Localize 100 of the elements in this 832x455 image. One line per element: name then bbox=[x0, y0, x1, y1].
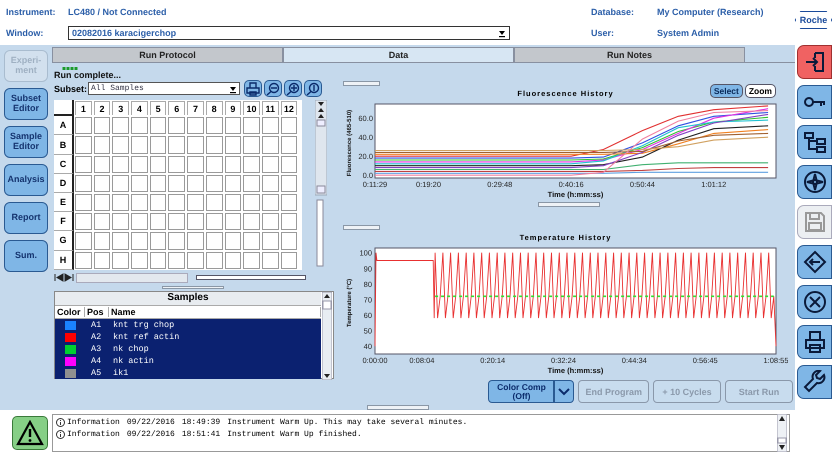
well-cell[interactable] bbox=[280, 213, 298, 230]
printer-button[interactable] bbox=[797, 325, 832, 359]
first-last-icon[interactable] bbox=[54, 273, 74, 282]
zoom-in-button[interactable] bbox=[284, 80, 302, 98]
well-cell[interactable] bbox=[243, 174, 260, 192]
well-cell[interactable] bbox=[150, 136, 166, 154]
warning-button[interactable] bbox=[12, 416, 48, 450]
well-cell[interactable] bbox=[187, 174, 204, 192]
well-cell[interactable] bbox=[75, 136, 92, 154]
splitter-handle[interactable] bbox=[343, 225, 380, 230]
well-cell[interactable] bbox=[206, 232, 222, 250]
well-cell[interactable] bbox=[224, 174, 242, 192]
well-cell[interactable] bbox=[150, 194, 166, 212]
tab[interactable]: Run Protocol bbox=[52, 47, 283, 64]
wrench-button[interactable] bbox=[797, 365, 832, 399]
sample-row[interactable]: A4 nk actin bbox=[55, 355, 321, 368]
well-cell[interactable] bbox=[224, 194, 242, 212]
well-cell[interactable] bbox=[187, 194, 204, 212]
well-cell[interactable] bbox=[75, 252, 92, 269]
well-cell[interactable] bbox=[131, 232, 148, 250]
sample-row[interactable]: A3 nk chop bbox=[55, 343, 321, 356]
well-cell[interactable] bbox=[168, 174, 186, 192]
compass-button[interactable] bbox=[797, 165, 832, 199]
zoom-out-button[interactable] bbox=[264, 80, 282, 98]
well-cell[interactable] bbox=[131, 194, 148, 212]
well-cell[interactable] bbox=[262, 213, 279, 230]
well-cell[interactable] bbox=[262, 174, 279, 192]
well-cell[interactable] bbox=[112, 136, 130, 154]
hierarchy-button[interactable] bbox=[797, 125, 832, 159]
well-cell[interactable] bbox=[280, 117, 298, 134]
mode-button[interactable]: Zoom bbox=[744, 84, 776, 98]
well-cell[interactable] bbox=[206, 174, 222, 192]
sample-row[interactable]: A2 knt ref actin bbox=[55, 331, 321, 344]
well-cell[interactable] bbox=[112, 232, 130, 250]
well-cell[interactable] bbox=[75, 194, 92, 212]
well-cell[interactable] bbox=[168, 213, 186, 230]
well-cell[interactable] bbox=[150, 213, 166, 230]
splitter-handle[interactable] bbox=[162, 286, 224, 290]
well-cell[interactable] bbox=[112, 117, 130, 134]
well-cell[interactable] bbox=[243, 136, 260, 154]
well-cell[interactable] bbox=[168, 232, 186, 250]
well-cell[interactable] bbox=[206, 117, 222, 134]
well-cell[interactable] bbox=[150, 174, 166, 192]
window-dropdown[interactable]: 02082016 karacigerchop bbox=[68, 26, 510, 40]
vertical-scrollbar[interactable] bbox=[315, 100, 327, 268]
well-cell[interactable] bbox=[112, 252, 130, 269]
well-cell[interactable] bbox=[187, 232, 204, 250]
well-cell[interactable] bbox=[187, 213, 204, 230]
well-cell[interactable] bbox=[131, 136, 148, 154]
well-cell[interactable] bbox=[168, 194, 186, 212]
well-cell[interactable] bbox=[131, 117, 148, 134]
color-comp-button[interactable]: Color Comp (Off) bbox=[488, 380, 554, 404]
tab[interactable]: Run Notes bbox=[514, 47, 745, 64]
well-cell[interactable] bbox=[75, 117, 92, 134]
well-cell[interactable] bbox=[262, 232, 279, 250]
well-cell[interactable] bbox=[112, 194, 130, 212]
well-cell[interactable] bbox=[94, 136, 110, 154]
key-button[interactable] bbox=[797, 85, 832, 119]
close-button[interactable] bbox=[797, 285, 832, 319]
well-cell[interactable] bbox=[280, 156, 298, 173]
well-cell[interactable] bbox=[206, 136, 222, 154]
well-cell[interactable] bbox=[262, 252, 279, 269]
nav-button[interactable]: Sum. bbox=[4, 240, 48, 272]
well-cell[interactable] bbox=[150, 117, 166, 134]
horizontal-scrollbar[interactable] bbox=[76, 272, 188, 283]
well-cell[interactable] bbox=[187, 156, 204, 173]
well-cell[interactable] bbox=[168, 156, 186, 173]
vertical-scrollbar[interactable] bbox=[777, 414, 787, 452]
splitter-handle[interactable] bbox=[343, 81, 380, 86]
well-cell[interactable] bbox=[150, 232, 166, 250]
well-cell[interactable] bbox=[243, 117, 260, 134]
well-cell[interactable] bbox=[280, 174, 298, 192]
well-cell[interactable] bbox=[75, 232, 92, 250]
well-cell[interactable] bbox=[131, 213, 148, 230]
well-cell[interactable] bbox=[75, 213, 92, 230]
well-cell[interactable] bbox=[168, 136, 186, 154]
well-cell[interactable] bbox=[75, 156, 92, 173]
well-cell[interactable] bbox=[131, 252, 148, 269]
well-cell[interactable] bbox=[187, 252, 204, 269]
well-cell[interactable] bbox=[150, 156, 166, 173]
splitter-handle[interactable] bbox=[367, 405, 429, 410]
well-cell[interactable] bbox=[243, 232, 260, 250]
subset-dropdown[interactable]: All Samples bbox=[88, 82, 240, 96]
well-cell[interactable] bbox=[131, 156, 148, 173]
well-cell[interactable] bbox=[168, 252, 186, 269]
well-cell[interactable] bbox=[280, 252, 298, 269]
well-cell[interactable] bbox=[224, 213, 242, 230]
mode-button[interactable]: Select bbox=[710, 84, 743, 98]
slider-track[interactable] bbox=[196, 275, 306, 280]
well-cell[interactable] bbox=[262, 117, 279, 134]
well-cell[interactable] bbox=[187, 117, 204, 134]
well-cell[interactable] bbox=[112, 174, 130, 192]
sample-row[interactable]: A5 ik1 bbox=[55, 367, 321, 380]
well-cell[interactable] bbox=[206, 213, 222, 230]
nav-button[interactable]: Report bbox=[4, 202, 48, 234]
well-cell[interactable] bbox=[168, 117, 186, 134]
dropdown-button[interactable] bbox=[554, 380, 574, 404]
well-cell[interactable] bbox=[75, 174, 92, 192]
well-cell[interactable] bbox=[131, 174, 148, 192]
well-cell[interactable] bbox=[224, 136, 242, 154]
